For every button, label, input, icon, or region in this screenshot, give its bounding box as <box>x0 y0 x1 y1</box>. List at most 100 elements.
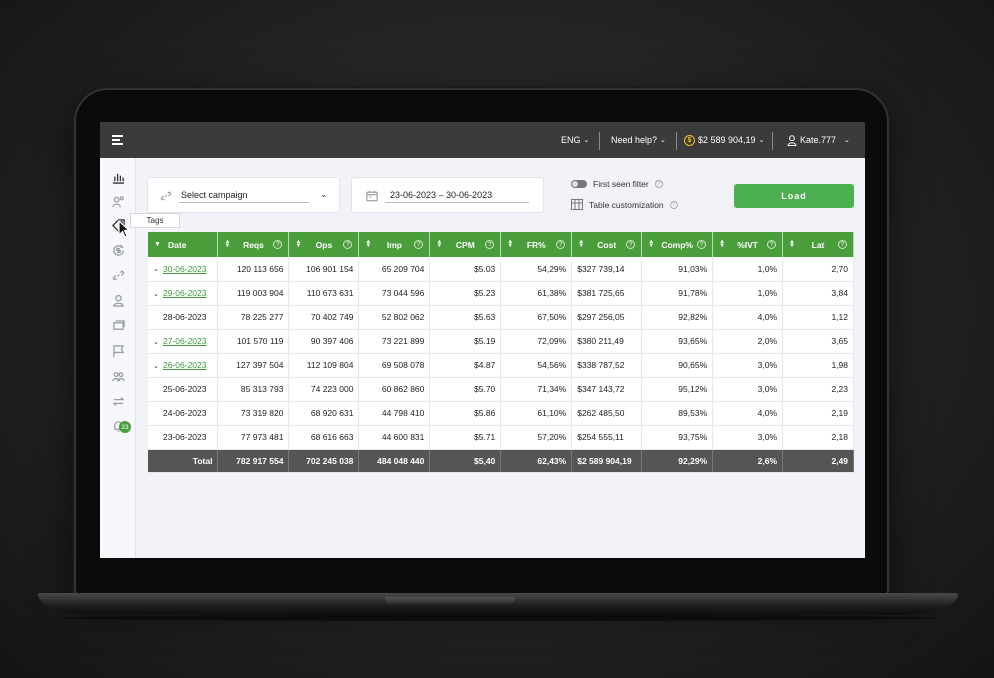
laptop-notch <box>385 597 515 604</box>
sort-icon[interactable]: ▲ ▼ <box>648 239 654 249</box>
comp-cell: 91,03% <box>641 257 714 282</box>
user-icon[interactable] <box>111 293 125 307</box>
table-customization[interactable]: Table customization ? <box>571 199 678 210</box>
help-icon[interactable]: ? <box>654 180 663 188</box>
column-header-imp[interactable]: ▲ ▼? Imp <box>358 232 431 257</box>
cpm-cell: $5.19 <box>429 329 502 354</box>
help-icon[interactable]: ? <box>273 240 283 249</box>
comp-cell: 93,75% <box>641 425 714 450</box>
imp-cell: 65 209 704 <box>358 257 431 282</box>
date-value: 25-06-2023 <box>163 384 207 394</box>
help-menu[interactable]: Need help? ⌄ <box>611 122 666 158</box>
first-seen-filter[interactable]: First seen filter ? <box>571 179 663 189</box>
sort-icon[interactable]: ▲ ▼ <box>436 239 442 249</box>
lat-cell: 2,23 <box>782 377 854 402</box>
campaign-placeholder: Select campaign <box>181 190 248 200</box>
cost-cell: $297 256,05 <box>571 305 643 330</box>
refresh-dollar-icon[interactable] <box>111 243 125 257</box>
user-menu[interactable]: Kate.777 ⌄ <box>787 122 850 158</box>
date-value: 23-06-2023 <box>163 432 207 442</box>
table-customization-label: Table customization <box>589 199 664 210</box>
date-cell[interactable]: ⌄ 29-06-2023 <box>148 281 219 306</box>
cpm-cell: $5.70 <box>429 377 502 402</box>
chevron-down-icon[interactable]: ⌄ <box>153 362 159 370</box>
column-header-lat[interactable]: ▲ ▼? Lat <box>782 232 854 257</box>
help-icon[interactable]: ? <box>767 240 777 249</box>
ivt-cell: 4,0% <box>712 305 784 330</box>
calendar-icon <box>366 190 378 202</box>
date-value[interactable]: 30-06-2023 <box>163 264 206 274</box>
link-icon[interactable] <box>111 268 125 282</box>
sort-icon[interactable]: ▲ ▼ <box>789 239 795 249</box>
notification-badge: 23 <box>119 421 131 433</box>
column-header-reqs[interactable]: ▲ ▼? Reqs <box>217 232 290 257</box>
ops-cell: 70 402 749 <box>288 305 360 330</box>
help-icon[interactable]: ? <box>697 240 707 249</box>
flag-icon[interactable] <box>111 344 125 358</box>
load-button[interactable]: Load <box>734 184 854 208</box>
language-selector[interactable]: ENG ⌄ <box>561 122 589 158</box>
bar-chart-icon[interactable] <box>111 170 125 184</box>
column-header-cpm[interactable]: ▲ ▼? CPM <box>429 232 502 257</box>
stats-table: ▼ Date ▲ ▼? Reqs ▲ ▼? Ops ▲ ▼? Imp ▲ ▼? CPM ▲ ▼? FR% ▲ ▼? C… <box>148 232 854 473</box>
ivt-cell: 3,0% <box>712 425 784 450</box>
date-value: 24-06-2023 <box>163 408 207 418</box>
reqs-cell: 101 570 119 <box>217 329 290 354</box>
date-value[interactable]: 29-06-2023 <box>163 288 206 298</box>
column-header-label: Lat <box>811 239 825 250</box>
user-icon <box>787 134 797 146</box>
date-value[interactable]: 26-06-2023 <box>163 360 206 370</box>
sort-icon[interactable]: ▲ ▼ <box>295 239 301 249</box>
date-range-picker[interactable]: 23-06-2023 – 30-06-2023 <box>351 177 544 213</box>
campaign-select[interactable]: Select campaign ⌄ <box>147 177 340 213</box>
column-header-fr[interactable]: ▲ ▼? FR% <box>500 232 573 257</box>
layers-icon[interactable] <box>111 318 125 332</box>
chevron-down-icon[interactable]: ⌄ <box>153 265 159 273</box>
date-cell[interactable]: ⌄ 27-06-2023 <box>148 329 219 354</box>
cost-cell: $327 739,14 <box>571 257 643 282</box>
column-header-ops[interactable]: ▲ ▼? Ops <box>288 232 360 257</box>
cost-cell: $262 485,50 <box>571 401 643 426</box>
help-icon[interactable]: ? <box>414 240 424 249</box>
imp-cell: 73 044 596 <box>358 281 431 306</box>
users-icon[interactable] <box>111 369 125 383</box>
help-icon[interactable]: ? <box>626 240 636 249</box>
divider <box>676 132 677 150</box>
help-icon[interactable]: ? <box>343 240 353 249</box>
column-header-ivt[interactable]: ▲ ▼? %IVT <box>712 232 784 257</box>
column-header-date[interactable]: ▼ Date <box>148 232 219 257</box>
sort-icon[interactable]: ▲ ▼ <box>365 239 371 249</box>
imp-cell: 69 508 078 <box>358 353 431 378</box>
total-cost-cell: $2 589 904,19 <box>571 449 643 473</box>
reqs-cell: 73 319 820 <box>217 401 290 426</box>
help-icon[interactable]: ? <box>485 240 495 249</box>
first-seen-toggle[interactable] <box>571 180 587 188</box>
sort-icon[interactable]: ▲ ▼ <box>224 239 230 249</box>
sort-icon[interactable]: ▲ ▼ <box>719 239 725 249</box>
sort-icon[interactable]: ▲ ▼ <box>578 239 584 249</box>
chevron-down-icon[interactable]: ⌄ <box>153 338 159 346</box>
chevron-down-icon[interactable]: ⌄ <box>153 290 159 298</box>
menu-icon[interactable] <box>112 135 123 148</box>
column-header-cost[interactable]: ▲ ▼? Cost <box>571 232 643 257</box>
divider <box>599 132 600 150</box>
column-header-comp[interactable]: ▲ ▼? Comp% <box>641 232 714 257</box>
total-label: Total <box>148 449 219 473</box>
ops-cell: 112 109 804 <box>288 353 360 378</box>
fr-cell: 71,34% <box>500 377 573 402</box>
date-cell[interactable]: ⌄ 30-06-2023 <box>148 257 219 282</box>
date-value: 28-06-2023 <box>163 312 207 322</box>
users-group-icon[interactable] <box>111 194 125 208</box>
help-icon[interactable]: ? <box>669 200 678 209</box>
help-icon[interactable]: ? <box>838 240 847 249</box>
date-cell[interactable]: ⌄ 26-06-2023 <box>148 353 219 378</box>
date-value[interactable]: 27-06-2023 <box>163 336 206 346</box>
ivt-cell: 3,0% <box>712 353 784 378</box>
swap-icon[interactable] <box>111 394 125 408</box>
cpm-cell: $5.86 <box>429 401 502 426</box>
help-icon[interactable]: ? <box>556 240 566 249</box>
sort-icon[interactable]: ▲ ▼ <box>507 239 513 249</box>
balance-menu[interactable]: $ $2 589 904,19 ⌄ <box>684 122 764 158</box>
ops-cell: 68 616 663 <box>288 425 360 450</box>
table-row: 28-06-2023 78 225 277 70 402 749 52 802 062… <box>148 305 854 330</box>
